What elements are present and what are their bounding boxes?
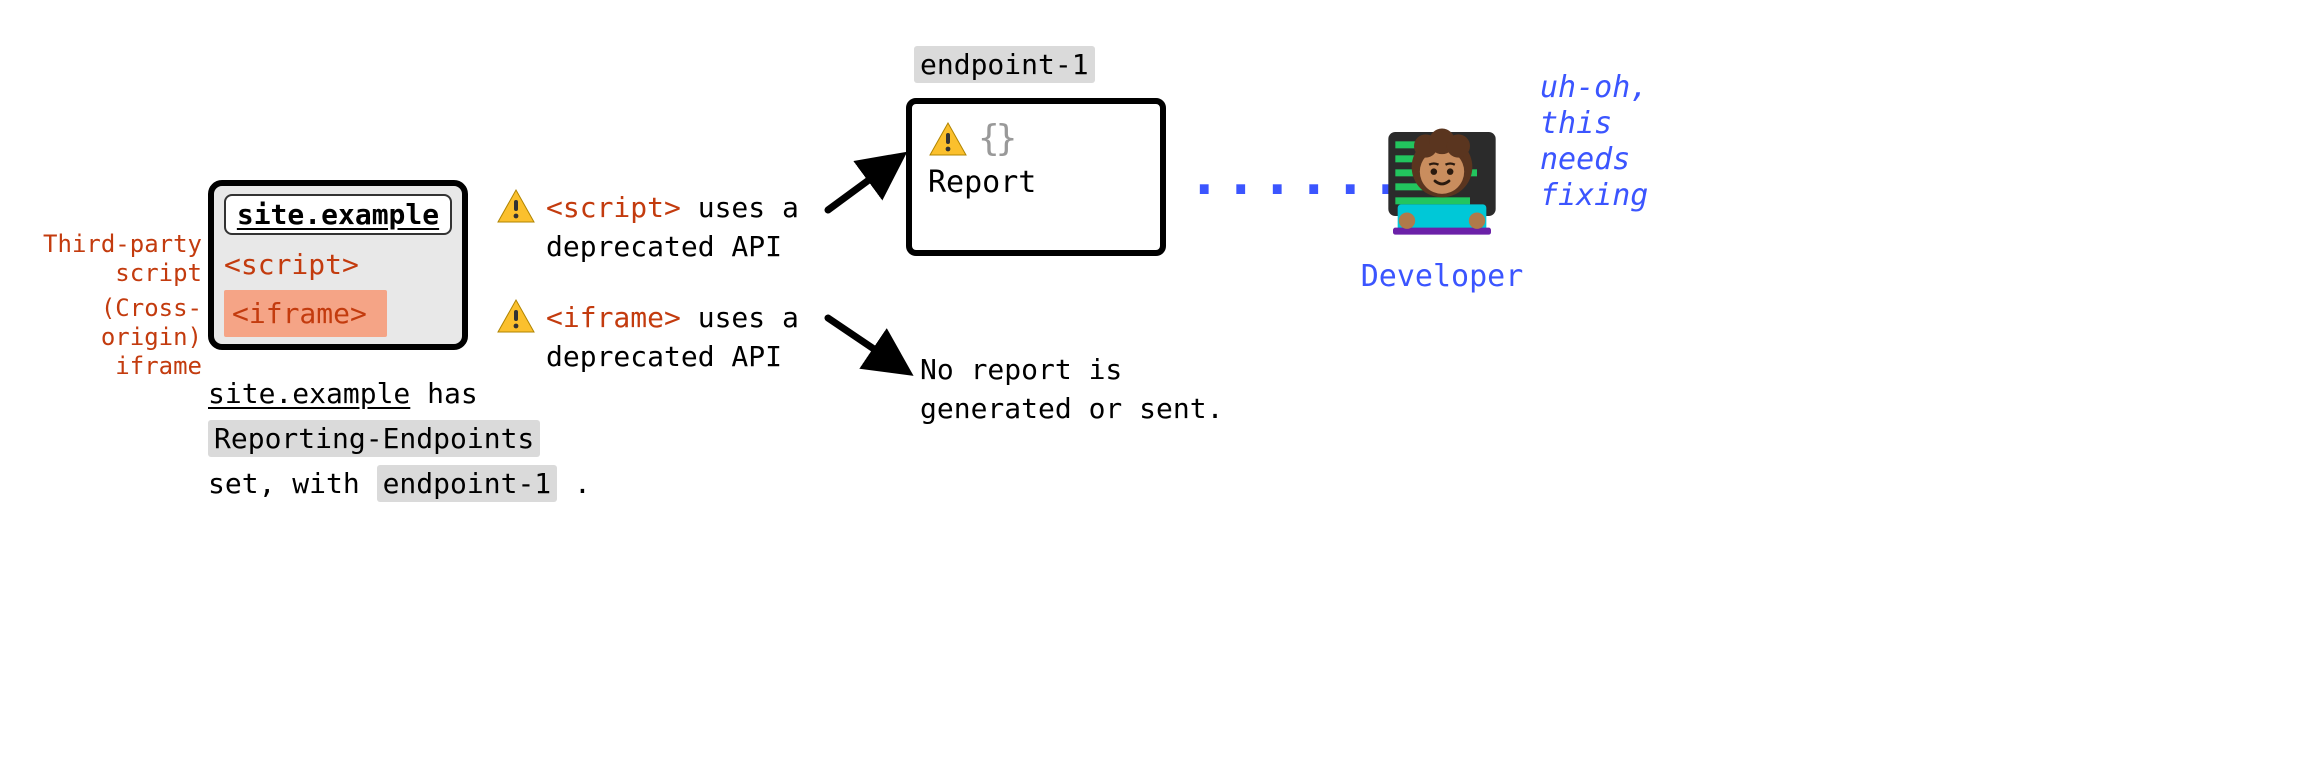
warning-icon: [928, 121, 968, 157]
braces-icon: {}: [978, 118, 1013, 159]
endpoint-report-label: Report: [928, 165, 1146, 200]
developer-thought: uh-oh,thisneedsfixing: [1540, 70, 1720, 214]
endpoint-title: endpoint-1: [914, 48, 1095, 81]
no-report-text: No report is generated or sent.: [920, 350, 1270, 428]
arrow-to-noreport: [828, 318, 902, 368]
developer-avatar-icon: [1372, 104, 1512, 244]
developer: Developer: [1352, 104, 1532, 294]
arrow-to-endpoint: [828, 160, 896, 210]
endpoint-window: {} Report: [906, 98, 1166, 256]
developer-label: Developer: [1352, 259, 1532, 294]
